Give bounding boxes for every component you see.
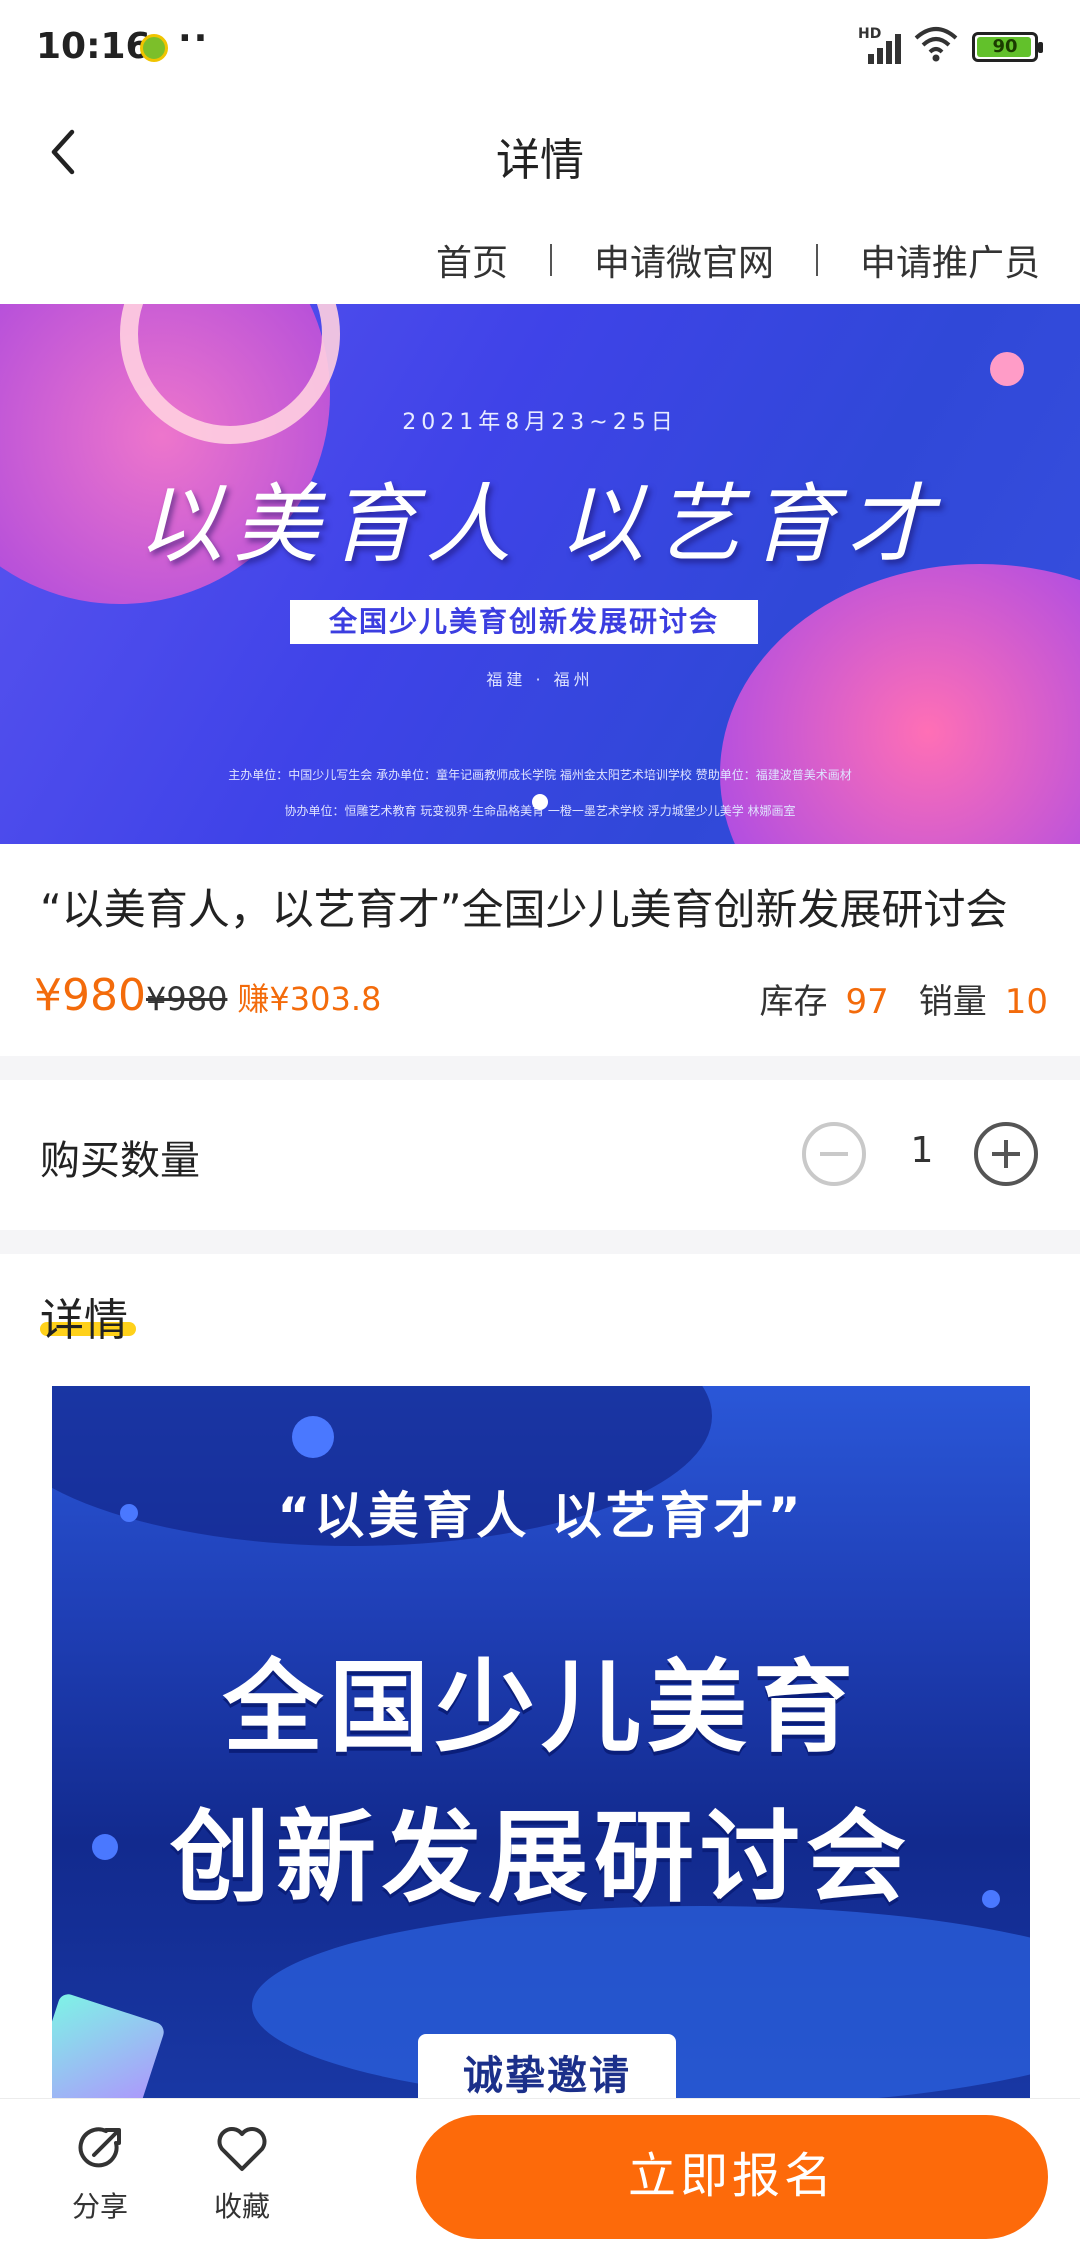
- commission-earn: 赚¥303.8: [237, 980, 382, 1018]
- bottom-action-bar: 分享 收藏 立即报名: [0, 2098, 1080, 2248]
- banner-organizers: 主办单位：中国少儿写生会 承办单位：童年记画教师成长学院 福州金太阳艺术培训学校…: [228, 768, 852, 782]
- sub-nav-links: 首页 申请微官网 申请推广员: [436, 234, 1040, 286]
- banner-decoration: [990, 352, 1024, 386]
- banner-place: 福建 · 福州: [486, 670, 594, 689]
- signal-icon: [860, 30, 901, 64]
- minus-circle-icon[interactable]: [802, 1122, 866, 1186]
- banner-date: 2021年8月23~25日: [402, 410, 678, 435]
- link-apply-microsite[interactable]: 申请微官网: [594, 234, 774, 286]
- banner-carousel[interactable]: 2021年8月23~25日 以美育人 以艺育才 全国少儿美育创新发展研讨会 福建…: [0, 304, 1080, 844]
- sales-label: 销量: [918, 982, 987, 1022]
- divider: [815, 244, 818, 276]
- stock-value: 97: [845, 982, 889, 1022]
- link-apply-promoter[interactable]: 申请推广员: [860, 234, 1040, 286]
- plus-circle-icon[interactable]: [974, 1122, 1038, 1186]
- status-time: 10:16: [36, 26, 151, 67]
- stock-label: 库存: [759, 982, 828, 1022]
- signup-button[interactable]: 立即报名: [416, 2115, 1048, 2239]
- stock-sales: 库存 97 销量 10: [759, 974, 1048, 1023]
- product-info: “以美育人，以艺育才”全国少儿美育创新发展研讨会 ¥980 ¥980 赚¥303…: [0, 844, 1080, 1056]
- quantity-selector: 购买数量 1: [0, 1080, 1080, 1230]
- share-button[interactable]: 分享: [50, 2121, 150, 2225]
- nav-bar: 详情: [0, 96, 1080, 208]
- status-bar: 10:16 ·· HD 90: [0, 0, 1080, 96]
- price-row: ¥980 ¥980 赚¥303.8: [34, 970, 381, 1021]
- carousel-indicator[interactable]: [532, 794, 548, 810]
- original-price: ¥980: [145, 980, 228, 1018]
- current-price: ¥980: [34, 970, 146, 1021]
- poster-title-line2: 创新发展研讨会: [170, 1799, 912, 1916]
- link-home[interactable]: 首页: [436, 234, 508, 286]
- battery-level: 90: [992, 36, 1018, 57]
- quantity-value: 1: [910, 1130, 934, 1171]
- battery-icon: 90: [972, 32, 1043, 62]
- status-more-dots: ··: [178, 18, 210, 59]
- product-title: “以美育人，以艺育才”全国少儿美育创新发展研讨会: [40, 885, 1008, 934]
- details-heading: 详情: [40, 1295, 128, 1346]
- sales-value: 10: [1004, 982, 1048, 1022]
- heart-icon: [217, 2127, 267, 2171]
- divider: [549, 244, 552, 276]
- banner-slogan: 以美育人 以艺育才: [137, 475, 943, 575]
- detail-poster-image: “以美育人 以艺育才” 全国少儿美育 创新发展研讨会 诚挚邀请: [52, 1386, 1030, 2146]
- app-notification-icon: [140, 34, 168, 62]
- favorite-button[interactable]: 收藏: [192, 2121, 292, 2225]
- favorite-label: 收藏: [213, 2190, 270, 2223]
- banner-subtitle: 全国少儿美育创新发展研讨会: [290, 600, 758, 644]
- sub-nav: 首页 申请微官网 申请推广员: [0, 208, 1080, 304]
- page-title: 详情: [496, 135, 584, 186]
- quantity-label: 购买数量: [40, 1138, 200, 1184]
- poster-title-line1: 全国少儿美育: [223, 1649, 859, 1766]
- poster-quote: “以美育人 以艺育才”: [277, 1487, 805, 1545]
- wifi-icon: [914, 27, 958, 62]
- share-label: 分享: [71, 2190, 128, 2223]
- share-icon: [78, 2127, 121, 2168]
